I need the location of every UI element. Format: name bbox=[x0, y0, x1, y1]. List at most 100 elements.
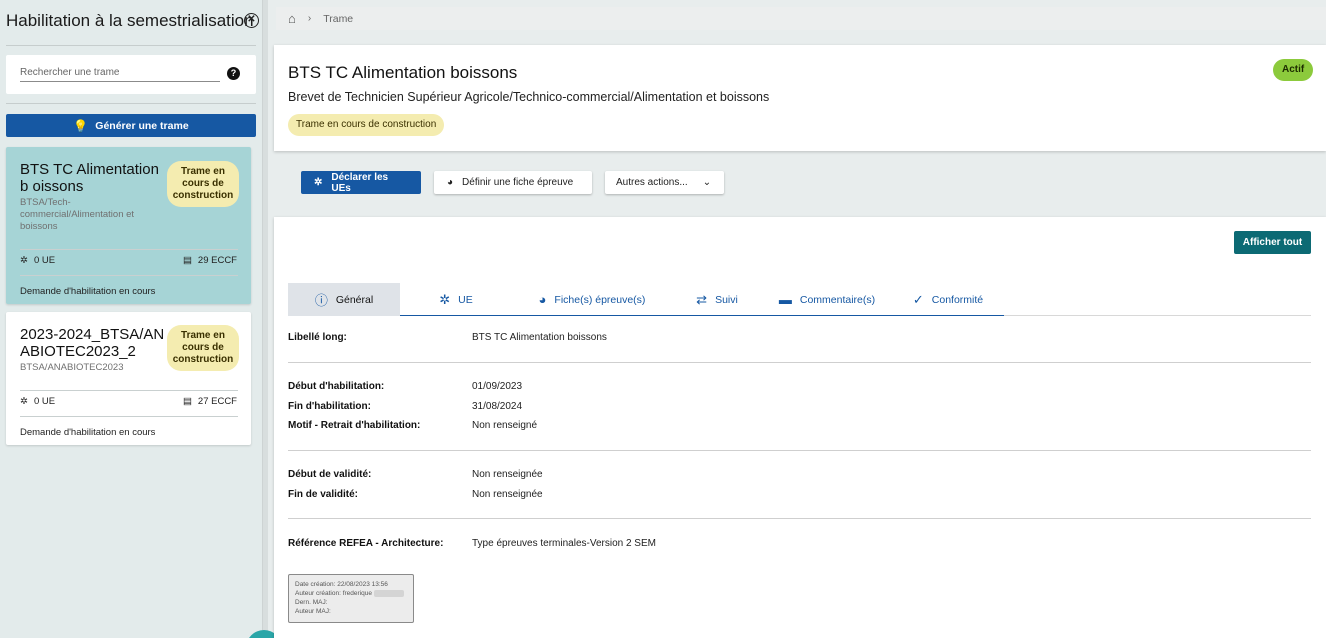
meta-auteur-creation: Auteur création: frederique bbox=[295, 590, 372, 597]
meta-dern-maj: Dern. MAJ: bbox=[295, 599, 328, 606]
comment-icon: ▬ bbox=[778, 292, 792, 307]
field-row: Fin d'habilitation: 31/08/2024 bbox=[288, 401, 522, 412]
search-input[interactable] bbox=[20, 63, 220, 82]
content-panel: Afficher tout ⓘ Général ✲ UE ◕ Fiche(s) … bbox=[274, 217, 1326, 638]
tab-commentaires[interactable]: ▬ Commentaire(s) bbox=[762, 283, 892, 316]
field-label: Début de validité: bbox=[288, 469, 372, 480]
divider bbox=[6, 45, 256, 46]
ue-count: ✲ 0 UE bbox=[20, 396, 55, 407]
meta-auteur-maj: Auteur MAJ: bbox=[295, 608, 331, 615]
meta-date-creation: Date création: 22/08/2023 13:56 bbox=[295, 581, 388, 588]
network-icon: ✲ bbox=[439, 291, 451, 307]
card-title: 2023-2024_BTSA/AN ABIOTEC2023_2 bbox=[20, 326, 165, 360]
page-title: BTS TC Alimentation boissons bbox=[288, 63, 518, 82]
lightbulb-icon: 💡 bbox=[73, 118, 89, 133]
check-circle-icon: ✓ bbox=[912, 291, 924, 307]
network-icon: ✲ bbox=[314, 177, 323, 188]
sidebar: Habilitation à la semestrialisation ✕ ? … bbox=[0, 0, 262, 638]
pie-chart-icon: ◕ bbox=[447, 177, 454, 188]
book-icon: ▤ bbox=[182, 255, 192, 266]
field-value: BTS TC Alimentation boissons bbox=[472, 332, 607, 343]
other-actions-label: Autres actions... bbox=[616, 177, 688, 188]
generate-trame-label: Générer une trame bbox=[95, 119, 189, 132]
repeat-icon: ⇄ bbox=[696, 291, 708, 307]
tab-fiches[interactable]: ◕ Fiche(s) épreuve(s) bbox=[512, 283, 672, 316]
divider bbox=[20, 416, 238, 417]
metadata-box: Date création: 22/08/2023 13:56 Auteur c… bbox=[288, 574, 414, 623]
help-icon[interactable]: ? bbox=[227, 67, 240, 80]
field-label: Début d'habilitation: bbox=[288, 381, 385, 392]
construction-badge: Trame en cours de construction bbox=[288, 114, 445, 136]
eccf-count-label: 29 ECCF bbox=[197, 255, 237, 266]
field-row: Début d'habilitation: 01/09/2023 bbox=[288, 381, 522, 392]
eccf-count: ▤ 29 ECCF bbox=[183, 255, 237, 266]
divider bbox=[1004, 315, 1311, 316]
trame-header: BTS TC Alimentation boissons Brevet de T… bbox=[274, 45, 1326, 151]
tab-label: Suivi bbox=[715, 293, 738, 306]
field-label: Motif - Retrait d'habilitation: bbox=[288, 420, 421, 431]
field-row: Motif - Retrait d'habilitation: Non rens… bbox=[288, 420, 537, 431]
field-label: Fin de validité: bbox=[288, 489, 359, 500]
tab-ue[interactable]: ✲ UE bbox=[400, 283, 512, 316]
field-row: Fin de validité: Non renseignée bbox=[288, 489, 543, 500]
define-fiche-button[interactable]: ◕ Définir une fiche épreuve bbox=[434, 171, 592, 194]
tab-label: Conformité bbox=[931, 293, 984, 306]
field-value: Non renseignée bbox=[472, 489, 543, 500]
eccf-count-label: 27 ECCF bbox=[197, 396, 237, 407]
generate-trame-button[interactable]: 💡 Générer une trame bbox=[6, 114, 256, 137]
field-label: Référence REFEA - Architecture: bbox=[288, 538, 444, 549]
declare-ues-button[interactable]: ✲ Déclarer les UEs bbox=[301, 171, 421, 194]
field-row: Libellé long: BTS TC Alimentation boisso… bbox=[288, 332, 607, 343]
card-subtitle: BTSA/ANABIOTEC2023 bbox=[20, 362, 124, 373]
trame-card[interactable]: 2023-2024_BTSA/AN ABIOTEC2023_2 BTSA/ANA… bbox=[6, 312, 251, 445]
divider bbox=[20, 275, 238, 276]
card-status: Demande d'habilitation en cours bbox=[20, 427, 156, 438]
divider bbox=[288, 450, 1311, 451]
divider bbox=[20, 249, 238, 250]
tab-label: Commentaire(s) bbox=[799, 293, 876, 306]
card-subtitle: BTSA/Tech-commercial/Alimentation et boi… bbox=[20, 197, 135, 232]
declare-ues-label: Déclarer les UEs bbox=[331, 171, 389, 194]
ue-count: ✲ 0 UE bbox=[20, 255, 55, 266]
breadcrumb: ⌂ › Trame bbox=[276, 7, 1326, 30]
field-value: 01/09/2023 bbox=[472, 381, 523, 392]
field-value: 31/08/2024 bbox=[472, 401, 523, 412]
field-value: Type épreuves terminales-Version 2 SEM bbox=[472, 538, 656, 549]
field-value: Non renseigné bbox=[472, 420, 538, 431]
search-box: ? bbox=[6, 55, 256, 94]
tab-label: Fiche(s) épreuve(s) bbox=[554, 293, 646, 306]
close-icon[interactable]: ✕ bbox=[244, 13, 259, 28]
eccf-count: ▤ 27 ECCF bbox=[183, 396, 237, 407]
tab-conformite[interactable]: ✓ Conformité bbox=[892, 283, 1004, 316]
other-actions-dropdown[interactable]: Autres actions... ⌄ bbox=[605, 171, 724, 194]
meta-auteur-creation-row: Auteur création: frederique bbox=[295, 589, 407, 598]
divider bbox=[6, 103, 256, 104]
ue-count-label: 0 UE bbox=[33, 255, 56, 266]
redacted-text bbox=[373, 589, 404, 597]
tab-label: Général bbox=[335, 293, 374, 306]
chevron-right-icon: › bbox=[307, 13, 312, 24]
divider bbox=[20, 390, 238, 391]
status-badge: Trame en cours de construction bbox=[167, 161, 239, 207]
field-row: Début de validité: Non renseignée bbox=[288, 469, 543, 480]
home-icon[interactable]: ⌂ bbox=[288, 11, 296, 26]
tab-suivi[interactable]: ⇄ Suivi bbox=[672, 283, 762, 316]
field-label: Fin d'habilitation: bbox=[288, 401, 371, 412]
card-title: BTS TC Alimentation b oissons bbox=[20, 161, 159, 195]
breadcrumb-current: Trame bbox=[323, 12, 354, 25]
book-icon: ▤ bbox=[182, 396, 192, 407]
tab-general[interactable]: ⓘ Général bbox=[288, 283, 400, 316]
tab-bar: ⓘ Général ✲ UE ◕ Fiche(s) épreuve(s) ⇄ S… bbox=[288, 283, 1004, 316]
network-icon: ✲ bbox=[20, 255, 28, 266]
divider bbox=[288, 362, 1311, 363]
sidebar-title: Habilitation à la semestrialisation bbox=[6, 11, 254, 30]
divider bbox=[288, 518, 1311, 519]
actif-badge: Actif bbox=[1273, 59, 1314, 81]
trame-card[interactable]: BTS TC Alimentation b oissons BTSA/Tech-… bbox=[6, 147, 251, 304]
pie-chart-icon: ◕ bbox=[538, 292, 547, 307]
tab-label: UE bbox=[458, 293, 473, 306]
info-icon: ⓘ bbox=[314, 293, 328, 308]
field-value: Non renseignée bbox=[472, 469, 543, 480]
show-all-button[interactable]: Afficher tout bbox=[1234, 231, 1311, 254]
panel-splitter[interactable] bbox=[262, 0, 268, 638]
